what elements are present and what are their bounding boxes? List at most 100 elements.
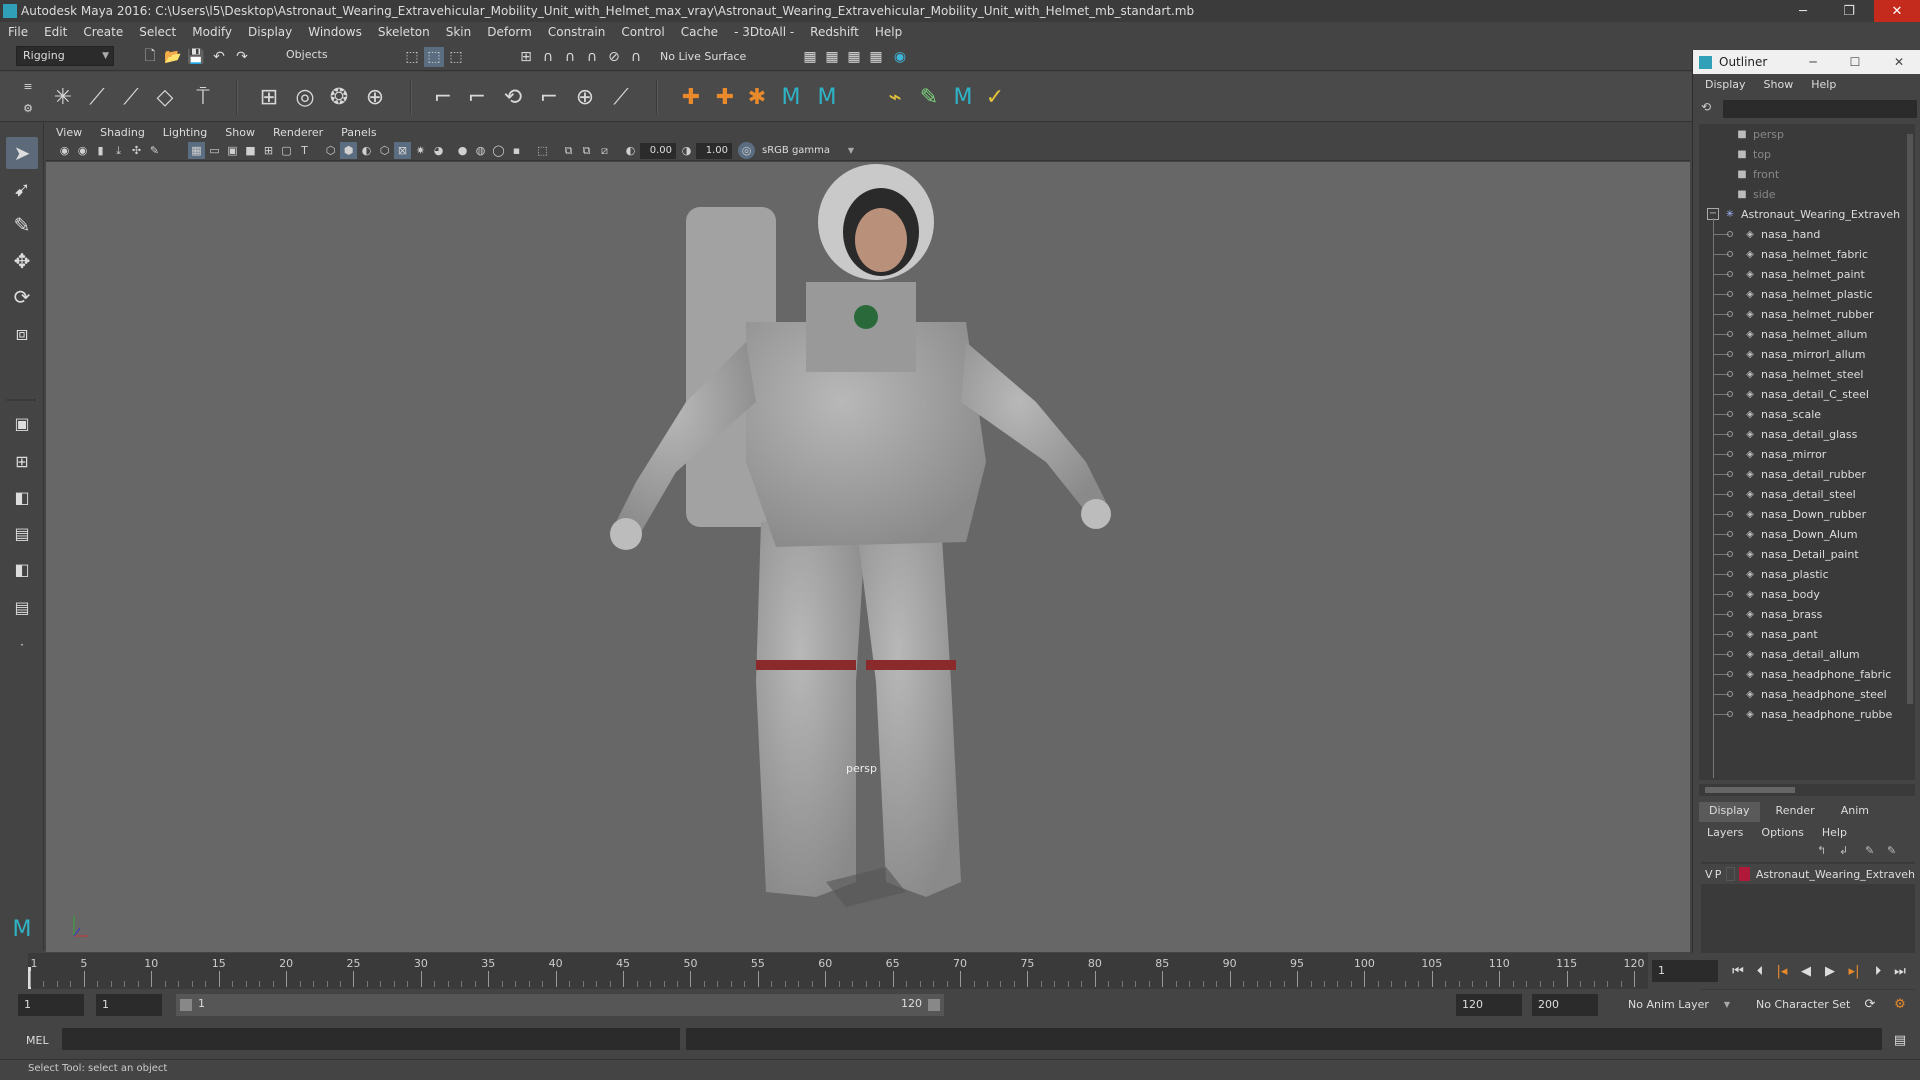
textured-icon[interactable]: ⊠	[394, 142, 411, 159]
outliner-item[interactable]: ◈ nasa_detail_allum	[1743, 644, 1915, 664]
menu-cache[interactable]: Cache	[673, 25, 726, 39]
tab-display[interactable]: Display	[1699, 802, 1760, 822]
snap-live-icon[interactable]: ∩	[626, 47, 646, 67]
vp-menu-view[interactable]: View	[46, 126, 90, 139]
play-backward-icon[interactable]: ◀	[1796, 961, 1816, 981]
end-time-field[interactable]: 200	[1532, 994, 1598, 1016]
layer-visibility-toggle[interactable]: V	[1705, 868, 1715, 881]
vp-menu-shading[interactable]: Shading	[90, 126, 153, 139]
gamma-field[interactable]: 1.00	[696, 143, 732, 159]
vp-menu-panels[interactable]: Panels	[331, 126, 384, 139]
outliner-camera-persp[interactable]: ■ persp	[1735, 124, 1915, 144]
shelf-settings-icon[interactable]: ⚙	[18, 98, 38, 118]
menu-edit[interactable]: Edit	[36, 25, 75, 39]
four-view-icon[interactable]: ⊞	[6, 445, 38, 477]
lasso-tool-icon[interactable]: ➹	[6, 173, 38, 205]
menu-skeleton[interactable]: Skeleton	[370, 25, 438, 39]
bookmark-icon[interactable]: ▮	[92, 142, 109, 159]
anti-aliasing-icon[interactable]: ◯	[490, 142, 507, 159]
default-material-icon[interactable]: ◐	[358, 142, 375, 159]
safe-title-icon[interactable]: T	[296, 142, 313, 159]
outliner-item[interactable]: ◈ nasa_mirror	[1743, 444, 1915, 464]
grid-icon[interactable]: ▦	[188, 142, 205, 159]
range-start-handle[interactable]	[180, 999, 192, 1011]
character-set-dropdown[interactable]: No Character Set	[1750, 994, 1866, 1016]
new-layer-selected-icon[interactable]: ✎	[1887, 844, 1896, 857]
resolution-gate-icon[interactable]: ▣	[224, 142, 241, 159]
scroll-thumb[interactable]	[1705, 787, 1795, 793]
start-time-field[interactable]: 1	[18, 994, 84, 1016]
grease-pencil-icon[interactable]: ✎	[146, 142, 163, 159]
outliner-item[interactable]: ◈ nasa_Down_Alum	[1743, 524, 1915, 544]
vp-menu-lighting[interactable]: Lighting	[153, 126, 215, 139]
menu-help[interactable]: Help	[867, 25, 910, 39]
paint-select-icon[interactable]: ✎	[6, 209, 38, 241]
viewport-persp[interactable]: persp	[46, 162, 1690, 952]
vp-menu-renderer[interactable]: Renderer	[263, 126, 331, 139]
motion-blur-icon[interactable]: ◍	[472, 142, 489, 159]
ik-spline-icon[interactable]: ⟋	[116, 82, 146, 112]
graph-persp-icon[interactable]: ◧	[6, 553, 38, 585]
outliner-item[interactable]: ◈ nasa_helmet_fabric	[1743, 244, 1915, 264]
filter-icon[interactable]: ⟲	[1701, 100, 1717, 116]
orient-joint-icon[interactable]: ⍑	[188, 82, 218, 112]
hypershade-persp-icon[interactable]: ▤	[6, 591, 38, 623]
range-bar[interactable]: 1 120	[176, 994, 944, 1016]
camera-select-icon[interactable]: ◉	[56, 142, 73, 159]
save-scene-icon[interactable]: 💾	[186, 47, 206, 67]
outliner-item[interactable]: ◈ nasa_detail_steel	[1743, 484, 1915, 504]
scroll-thumb[interactable]	[1907, 134, 1913, 704]
time-ruler[interactable]: 1 5 10 15 20 25 30 35 40 45 50 55 60 65 70 75 80 85 90 95 10…	[28, 953, 1648, 989]
outliner-item[interactable]: ◈ nasa_Down_rubber	[1743, 504, 1915, 524]
wireframe-icon[interactable]: ⬡	[322, 142, 339, 159]
go-to-start-icon[interactable]: ⏮	[1728, 961, 1748, 981]
restore-button[interactable]: ❐	[1826, 0, 1872, 22]
vp-menu-show[interactable]: Show	[215, 126, 263, 139]
wireframe-on-shaded-icon[interactable]: ⬡	[376, 142, 393, 159]
tab-anim[interactable]: Anim	[1831, 802, 1879, 822]
snap-grid-icon[interactable]: ⊞	[516, 47, 536, 67]
detach-skin-icon[interactable]: ⊕	[570, 82, 600, 112]
outliner-item[interactable]: ◈ nasa_helmet_plastic	[1743, 284, 1915, 304]
select-object-icon[interactable]: ⬚	[424, 47, 444, 67]
menu-display[interactable]: Display	[240, 25, 300, 39]
blend-shape-icon[interactable]: ⊕	[360, 82, 390, 112]
side-by-side-icon[interactable]: ◧	[6, 481, 38, 513]
range-end-handle[interactable]	[928, 999, 940, 1011]
outliner-camera-side[interactable]: ■ side	[1735, 184, 1915, 204]
menu-deform[interactable]: Deform	[479, 25, 540, 39]
ik-handle-icon[interactable]: ⟋	[82, 82, 112, 112]
color-space-dropdown[interactable]: sRGB gamma ▼	[758, 143, 858, 159]
close-button[interactable]: ✕	[1874, 0, 1920, 22]
menu-modify[interactable]: Modify	[184, 25, 240, 39]
outliner-item[interactable]: ◈ nasa_brass	[1743, 604, 1915, 624]
step-back-key-icon[interactable]: ⏴	[1750, 961, 1770, 981]
render-view-icon[interactable]: ▦	[866, 47, 886, 67]
outliner-item[interactable]: ◈ nasa_pant	[1743, 624, 1915, 644]
wrap-icon[interactable]: ◎	[290, 82, 320, 112]
snap-surface-icon[interactable]: ⊘	[604, 47, 624, 67]
auto-key-icon[interactable]: ⟳	[1860, 994, 1880, 1014]
color-management-icon[interactable]: ◎	[738, 142, 755, 159]
outliner-item[interactable]: ◈ nasa_plastic	[1743, 564, 1915, 584]
paint-weights-icon[interactable]: ⌐	[534, 82, 564, 112]
outliner-item[interactable]: ◈ nasa_body	[1743, 584, 1915, 604]
menu-set-dropdown[interactable]: Rigging ▼	[16, 46, 114, 66]
select-hierarchy-icon[interactable]: ⬚	[402, 47, 422, 67]
menu-select[interactable]: Select	[131, 25, 184, 39]
new-scene-icon[interactable]: 🗋	[140, 47, 160, 67]
minimize-button[interactable]: ─	[1780, 0, 1826, 22]
mirror-joint-icon[interactable]: ◇	[150, 82, 180, 112]
film-gate-icon[interactable]: ▭	[206, 142, 223, 159]
rotate-tool-icon[interactable]: ⟳	[6, 281, 38, 313]
menu-windows[interactable]: Windows	[300, 25, 370, 39]
move-layer-down-icon[interactable]: ↲	[1839, 844, 1848, 857]
menu-file[interactable]: File	[0, 25, 36, 39]
outliner-item[interactable]: ◈ nasa_helmet_paint	[1743, 264, 1915, 284]
ol-menu-show[interactable]: Show	[1752, 78, 1800, 91]
playback-end-field[interactable]: 120	[1456, 994, 1522, 1016]
outliner-persp-icon[interactable]: ▤	[6, 517, 38, 549]
outliner-item[interactable]: ◈ nasa_helmet_allum	[1743, 324, 1915, 344]
field-chart-icon[interactable]: ⊞	[260, 142, 277, 159]
exposure-icon[interactable]: ◐	[622, 142, 639, 159]
